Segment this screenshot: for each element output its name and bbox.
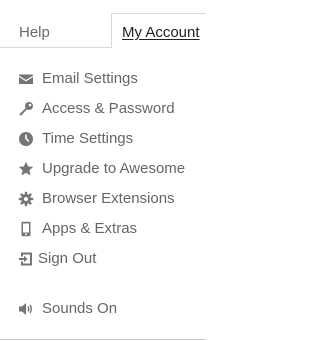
menu-item-label: Sign Out (38, 250, 97, 267)
menu-item-label: Apps & Extras (42, 220, 138, 237)
tab-my-account[interactable]: My Account (111, 13, 206, 48)
clock-icon (18, 131, 34, 147)
tab-help-label: Help (19, 24, 50, 41)
menu-item-upgrade[interactable]: Upgrade to Awesome (0, 156, 206, 182)
sounds-toggle[interactable]: Sounds On (0, 296, 206, 322)
mobile-phone-icon (18, 221, 34, 237)
menu-item-sign-out[interactable]: Sign Out (0, 246, 206, 272)
star-icon (18, 161, 34, 177)
tab-my-account-label: My Account (122, 24, 200, 41)
sign-out-icon (18, 251, 34, 267)
bottom-divider (0, 339, 206, 340)
menu-item-browser-extensions[interactable]: Browser Extensions (0, 186, 206, 212)
sounds-label: Sounds On (42, 300, 118, 317)
menu-item-label: Upgrade to Awesome (42, 160, 186, 177)
menu-item-email-settings[interactable]: Email Settings (0, 66, 206, 92)
menu-item-access-password[interactable]: Access & Password (0, 96, 206, 122)
menu-item-label: Access & Password (42, 100, 175, 117)
menu-item-label: Email Settings (42, 70, 138, 87)
tab-help[interactable]: Help (0, 18, 111, 48)
account-menu-panel: Help My Account Email Settings Access & … (0, 0, 206, 341)
menu-item-time-settings[interactable]: Time Settings (0, 126, 206, 152)
key-icon (18, 101, 34, 117)
menu-item-label: Time Settings (42, 130, 134, 147)
menu-item-apps-extras[interactable]: Apps & Extras (0, 216, 206, 242)
tab-bar: Help My Account (0, 0, 206, 48)
menu-item-label: Browser Extensions (42, 190, 175, 207)
envelope-icon (18, 71, 34, 87)
speaker-icon (18, 301, 34, 317)
gear-icon (18, 191, 34, 207)
